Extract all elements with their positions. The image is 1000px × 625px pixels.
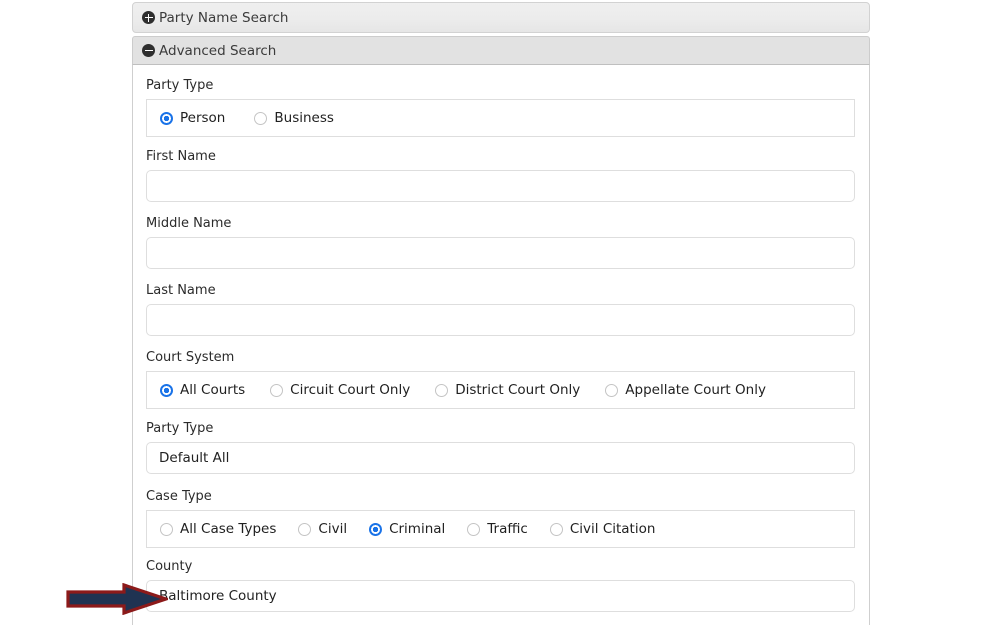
accordion-header-advanced-search[interactable]: Advanced Search <box>132 36 870 65</box>
accordion-label-advanced-search: Advanced Search <box>159 42 277 59</box>
radio-dot-circuit-court-only[interactable] <box>270 383 284 397</box>
radio-option-criminal[interactable]: Criminal <box>369 521 445 537</box>
label-party-type-select: Party Type <box>146 421 214 436</box>
radio-label-all-courts: All Courts <box>180 382 246 398</box>
radio-label-civil-citation: Civil Citation <box>569 521 656 537</box>
field-case-type: Case Type All Case Types Civil Criminal … <box>146 489 856 548</box>
radio-label-district-court-only: District Court Only <box>455 382 581 398</box>
radio-label-circuit-court-only: Circuit Court Only <box>290 382 411 398</box>
radio-group-party-type[interactable]: Person Business <box>146 99 855 137</box>
radio-group-court-system[interactable]: All Courts Circuit Court Only District C… <box>146 371 855 409</box>
radio-dot-district-court-only[interactable] <box>435 383 449 397</box>
county-input[interactable]: Baltimore County <box>146 580 855 612</box>
party-type-select[interactable]: Default All <box>146 442 855 474</box>
radio-label-all-case-types: All Case Types <box>180 521 277 537</box>
radio-label-person: Person <box>180 110 226 126</box>
field-party-type-select: Party Type Default All <box>146 421 856 474</box>
label-last-name: Last Name <box>146 283 216 298</box>
label-first-name: First Name <box>146 149 216 164</box>
field-middle-name: Middle Name <box>146 216 856 269</box>
label-party-type-radio: Party Type <box>146 78 214 93</box>
advanced-search-panel: Party Type Person Business First Name Mi… <box>132 65 870 625</box>
field-party-type-radio: Party Type Person Business <box>146 78 856 137</box>
radio-label-appellate-court-only: Appellate Court Only <box>625 382 766 398</box>
radio-dot-person[interactable] <box>160 111 173 125</box>
radio-option-appellate-court-only[interactable]: Appellate Court Only <box>605 382 766 398</box>
last-name-input[interactable] <box>146 304 855 336</box>
field-last-name: Last Name <box>146 283 856 336</box>
annotation-arrow-icon <box>66 583 168 615</box>
radio-dot-business[interactable] <box>254 111 268 125</box>
radio-dot-civil-citation[interactable] <box>549 522 563 536</box>
middle-name-input[interactable] <box>146 237 855 269</box>
radio-label-civil: Civil <box>318 521 348 537</box>
field-first-name: First Name <box>146 149 856 202</box>
radio-option-all-case-types[interactable]: All Case Types <box>160 521 276 537</box>
radio-option-traffic[interactable]: Traffic <box>467 521 528 537</box>
field-county: County Baltimore County <box>146 559 856 612</box>
radio-option-business[interactable]: Business <box>254 110 334 126</box>
minus-icon <box>142 44 155 57</box>
page-root: Party Name Search Advanced Search Party … <box>0 0 1000 625</box>
radio-option-all-courts[interactable]: All Courts <box>160 382 245 398</box>
radio-dot-criminal[interactable] <box>369 522 383 536</box>
label-court-system: Court System <box>146 350 235 365</box>
radio-label-traffic: Traffic <box>487 521 528 537</box>
accordion-header-party-name-search[interactable]: Party Name Search <box>132 2 870 33</box>
radio-dot-civil[interactable] <box>298 522 312 536</box>
radio-option-person[interactable]: Person <box>160 110 225 126</box>
label-county: County <box>146 559 193 574</box>
radio-option-district-court-only[interactable]: District Court Only <box>435 382 580 398</box>
field-court-system: Court System All Courts Circuit Court On… <box>146 350 856 409</box>
radio-label-criminal: Criminal <box>389 521 446 537</box>
radio-label-business: Business <box>274 110 334 126</box>
radio-option-civil-citation[interactable]: Civil Citation <box>549 521 656 537</box>
radio-option-circuit-court-only[interactable]: Circuit Court Only <box>270 382 410 398</box>
label-case-type: Case Type <box>146 489 212 504</box>
radio-dot-appellate-court-only[interactable] <box>605 383 619 397</box>
radio-group-case-type[interactable]: All Case Types Civil Criminal Traffic Ci… <box>146 510 855 548</box>
label-middle-name: Middle Name <box>146 216 232 231</box>
radio-dot-all-case-types[interactable] <box>160 522 173 536</box>
radio-dot-traffic[interactable] <box>467 522 481 536</box>
first-name-input[interactable] <box>146 170 855 202</box>
radio-dot-all-courts[interactable] <box>160 383 173 397</box>
accordion-label-party-name-search: Party Name Search <box>159 9 289 26</box>
plus-icon <box>142 11 155 24</box>
radio-option-civil[interactable]: Civil <box>298 521 347 537</box>
